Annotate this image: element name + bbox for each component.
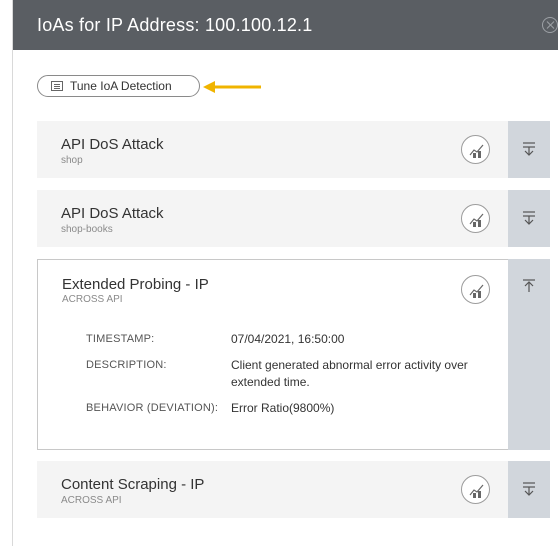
collapse-toggle[interactable] xyxy=(508,259,550,450)
chart-icon[interactable] xyxy=(461,135,490,164)
expand-down-icon xyxy=(523,482,535,496)
highlight-arrow-icon xyxy=(203,81,261,93)
list-icon xyxy=(51,81,63,91)
expand-toggle[interactable] xyxy=(508,190,550,247)
ioa-subtitle: ACROSS API xyxy=(62,294,123,305)
ioa-subtitle: shop xyxy=(61,155,83,166)
ioa-title: Extended Probing - IP xyxy=(62,276,209,293)
timestamp-value: 07/04/2021, 16:50:00 xyxy=(231,332,345,346)
behavior-value: Error Ratio(9800%) xyxy=(231,401,335,415)
chart-icon[interactable] xyxy=(461,475,490,504)
chart-icon[interactable] xyxy=(461,204,490,233)
ioa-card-expanded[interactable]: Extended Probing - IP ACROSS API TIMESTA… xyxy=(37,259,550,450)
close-icon[interactable] xyxy=(542,17,558,33)
ioa-panel: IoAs for IP Address: 100.100.12.1 Tune I… xyxy=(13,0,558,546)
timestamp-label: TIMESTAMP: xyxy=(86,333,155,345)
ioa-subtitle: ACROSS API xyxy=(61,495,122,506)
ioa-subtitle: shop-books xyxy=(61,224,113,235)
chart-icon[interactable] xyxy=(461,275,490,304)
left-edge-strip xyxy=(0,0,13,546)
ioa-title: API DoS Attack xyxy=(61,136,164,153)
panel-title: IoAs for IP Address: 100.100.12.1 xyxy=(37,15,313,35)
ioa-card[interactable]: Content Scraping - IP ACROSS API xyxy=(37,461,550,518)
description-value: Client generated abnormal error activity… xyxy=(231,358,468,389)
ioa-title: API DoS Attack xyxy=(61,205,164,222)
expand-down-icon xyxy=(523,211,535,225)
expand-toggle[interactable] xyxy=(508,121,550,178)
ioa-title: Content Scraping - IP xyxy=(61,476,205,493)
expand-toggle[interactable] xyxy=(508,461,550,518)
ioa-card[interactable]: API DoS Attack shop-books xyxy=(37,190,550,247)
tune-ioa-detection-button[interactable]: Tune IoA Detection xyxy=(37,75,200,97)
expand-down-icon xyxy=(523,142,535,156)
collapse-up-icon xyxy=(523,279,535,292)
tune-ioa-detection-label: Tune IoA Detection xyxy=(70,79,172,93)
ioa-card[interactable]: API DoS Attack shop xyxy=(37,121,550,178)
description-label: DESCRIPTION: xyxy=(86,359,167,371)
panel-header: IoAs for IP Address: 100.100.12.1 xyxy=(13,0,558,50)
behavior-label: BEHAVIOR (DEVIATION): xyxy=(86,402,219,414)
